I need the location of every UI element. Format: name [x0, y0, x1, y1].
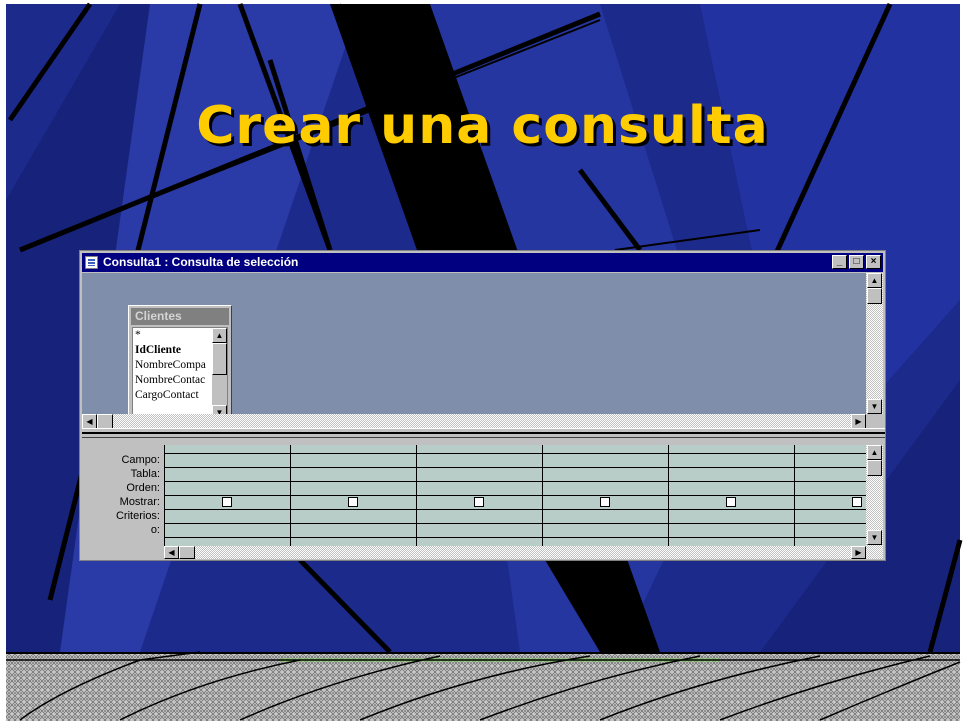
slide-title: Crear una consulta	[196, 96, 769, 156]
scroll-thumb[interactable]	[179, 546, 195, 559]
scroll-right-arrow-icon[interactable]: ▶	[851, 414, 866, 429]
scroll-thumb[interactable]	[867, 460, 882, 476]
grid-vscroll[interactable]: ▲ ▼	[866, 445, 883, 559]
scroll-up-arrow-icon[interactable]: ▲	[867, 445, 882, 460]
row-label-campo: Campo:	[121, 454, 160, 466]
design-grid[interactable]	[164, 445, 866, 546]
table-pane[interactable]: Clientes * IdCliente NombreCompa NombreC…	[82, 273, 883, 425]
grid-column[interactable]	[416, 445, 542, 546]
window-titlebar[interactable]: Consulta1 : Consulta de selección _ □ ×	[82, 253, 883, 272]
grid-hscroll[interactable]: ◀ ▶	[164, 546, 866, 559]
show-checkbox[interactable]	[852, 497, 862, 507]
grid-column[interactable]	[668, 445, 794, 546]
query-icon	[85, 256, 98, 269]
scroll-up-arrow-icon[interactable]: ▲	[212, 328, 227, 343]
grid-column[interactable]	[164, 445, 290, 546]
close-button[interactable]: ×	[866, 255, 881, 269]
grid-column[interactable]	[290, 445, 416, 546]
field-item[interactable]: NombreCompa	[133, 358, 213, 373]
scroll-down-arrow-icon[interactable]: ▼	[867, 530, 882, 545]
field-item[interactable]: NombreContac	[133, 373, 213, 388]
show-checkbox[interactable]	[726, 497, 736, 507]
field-list[interactable]: * IdCliente NombreCompa NombreContac Car…	[132, 327, 228, 421]
show-checkbox[interactable]	[222, 497, 232, 507]
table-field-list[interactable]: Clientes * IdCliente NombreCompa NombreC…	[128, 305, 232, 425]
window-title: Consulta1 : Consulta de selección	[103, 255, 299, 269]
grid-column[interactable]	[542, 445, 668, 546]
scroll-right-arrow-icon[interactable]: ▶	[851, 546, 866, 559]
field-item[interactable]: CargoContact	[133, 388, 213, 403]
slide: Crear una consulta Consulta1 : Consulta …	[0, 0, 965, 723]
show-checkbox[interactable]	[600, 497, 610, 507]
maximize-button[interactable]: □	[849, 255, 864, 269]
field-list-scrollbar[interactable]: ▲ ▼	[212, 328, 227, 420]
row-labels: Campo: Tabla: Orden: Mostrar: Criterios:…	[82, 453, 162, 537]
row-label-tabla: Tabla:	[130, 468, 160, 480]
scroll-thumb[interactable]	[212, 343, 227, 375]
minimize-button[interactable]: _	[832, 255, 847, 269]
scroll-thumb[interactable]	[867, 288, 882, 304]
row-label-criterios: Criterios:	[115, 510, 160, 522]
table-pane-vscroll[interactable]: ▲ ▼	[866, 273, 883, 414]
scroll-left-arrow-icon[interactable]: ◀	[82, 414, 97, 429]
query-window: Consulta1 : Consulta de selección _ □ × …	[79, 250, 886, 561]
field-item[interactable]: IdCliente	[133, 343, 213, 358]
show-checkbox[interactable]	[474, 497, 484, 507]
design-grid-pane: Campo: Tabla: Orden: Mostrar: Criterios:…	[82, 441, 885, 559]
field-item[interactable]: *	[133, 328, 213, 343]
row-label-o: o:	[150, 524, 160, 536]
table-pane-hscroll[interactable]: ◀ ▶	[82, 414, 866, 429]
row-label-orden: Orden:	[126, 482, 160, 494]
show-checkbox[interactable]	[348, 497, 358, 507]
row-label-mostrar: Mostrar:	[119, 496, 160, 508]
table-name[interactable]: Clientes	[131, 308, 229, 325]
scroll-up-arrow-icon[interactable]: ▲	[867, 273, 882, 288]
scroll-thumb[interactable]	[97, 414, 113, 429]
pane-splitter[interactable]	[82, 428, 885, 438]
scroll-down-arrow-icon[interactable]: ▼	[867, 399, 882, 414]
grid-column[interactable]	[794, 445, 866, 546]
scroll-left-arrow-icon[interactable]: ◀	[164, 546, 179, 559]
